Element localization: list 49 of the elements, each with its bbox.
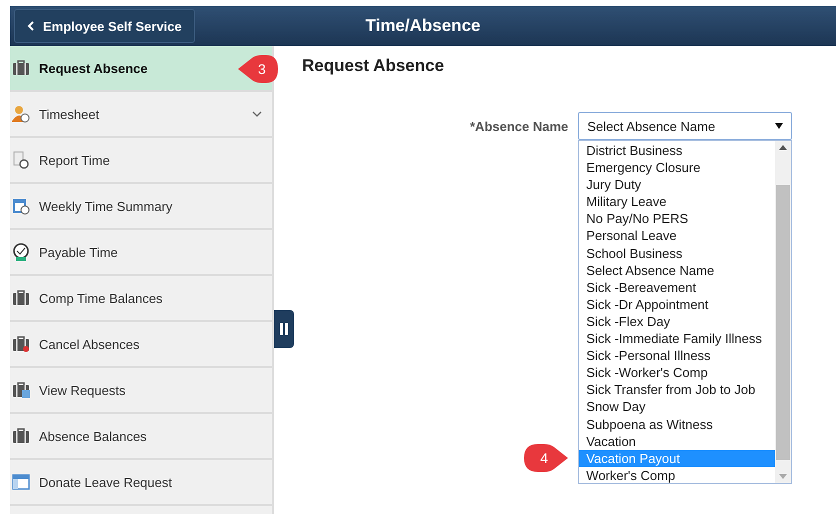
dropdown-option[interactable]: Sick -Flex Day: [579, 312, 776, 330]
dropdown-option[interactable]: Worker's Comp: [579, 466, 776, 484]
dropdown-option[interactable]: Snow Day: [579, 398, 776, 416]
dropdown-option[interactable]: Emergency Closure: [579, 159, 776, 176]
pause-handle-button[interactable]: [274, 310, 294, 348]
chevron-down-icon[interactable]: [252, 111, 262, 117]
dropdown-option[interactable]: Sick -Immediate Family Illness: [579, 330, 776, 348]
pause-icon: [279, 322, 289, 336]
window-icon: [12, 474, 30, 490]
scrollbar[interactable]: [775, 141, 792, 483]
calendar-clock-icon: [12, 197, 30, 215]
dropdown-option[interactable]: Select Absence Name: [579, 262, 776, 279]
scrollbar-thumb[interactable]: [776, 185, 790, 460]
dropdown-option[interactable]: Subpoena as Witness: [579, 416, 776, 433]
dropdown-arrow-icon: [775, 123, 784, 129]
sidebar-item[interactable]: Payable Time: [10, 230, 272, 276]
dropdown-option[interactable]: Sick Transfer from Job to Job: [579, 381, 776, 398]
person-clock-icon: [12, 105, 30, 123]
sidebar-item[interactable]: Weekly Time Summary: [10, 184, 272, 230]
sidebar-item[interactable]: Donate Leave Request: [10, 460, 272, 506]
sidebar-item[interactable]: Comp Time Balances: [10, 276, 272, 322]
scroll-up-icon: [779, 145, 788, 150]
dropdown-option[interactable]: Personal Leave: [579, 227, 776, 245]
sidebar-item[interactable]: Cancel Absences: [10, 322, 272, 368]
absence-name-dropdown[interactable]: Select Absence Name: [578, 112, 792, 140]
back-button[interactable]: Employee Self Service: [14, 9, 195, 43]
step-badge: 3: [236, 54, 280, 84]
dropdown-option[interactable]: Vacation: [579, 432, 776, 450]
dropdown-option[interactable]: School Business: [579, 244, 776, 262]
dropdown-option[interactable]: No Pay/No PERS: [579, 210, 776, 228]
page-header-title: Time/Absence: [366, 16, 480, 36]
clock-icon: [12, 243, 30, 261]
dropdown-option[interactable]: Sick -Bereavement: [579, 278, 776, 296]
field-label: *Absence Name: [470, 118, 568, 134]
dropdown-option[interactable]: District Business: [579, 142, 776, 160]
chevron-left-icon: [27, 21, 35, 31]
sidebar-item[interactable]: Report Time: [10, 138, 272, 184]
page-title: Request Absence: [302, 56, 446, 76]
sidebar-item[interactable]: Absence Balances: [10, 414, 272, 460]
briefcase-icon: [12, 60, 30, 76]
dropdown-option[interactable]: Sick -Worker's Comp: [579, 364, 776, 382]
dropdown-option[interactable]: Sick -Personal Illness: [579, 347, 776, 364]
step-badge: 4: [522, 442, 570, 473]
dropdown-option[interactable]: Sick -Dr Appointment: [579, 296, 776, 313]
scroll-down-icon: [779, 474, 788, 479]
sidebar-item[interactable]: Timesheet: [10, 92, 272, 138]
dropdown-option[interactable]: Jury Duty: [579, 176, 776, 194]
dropdown-option[interactable]: Military Leave: [579, 193, 776, 210]
sidebar-item[interactable]: View Requests: [10, 368, 272, 414]
